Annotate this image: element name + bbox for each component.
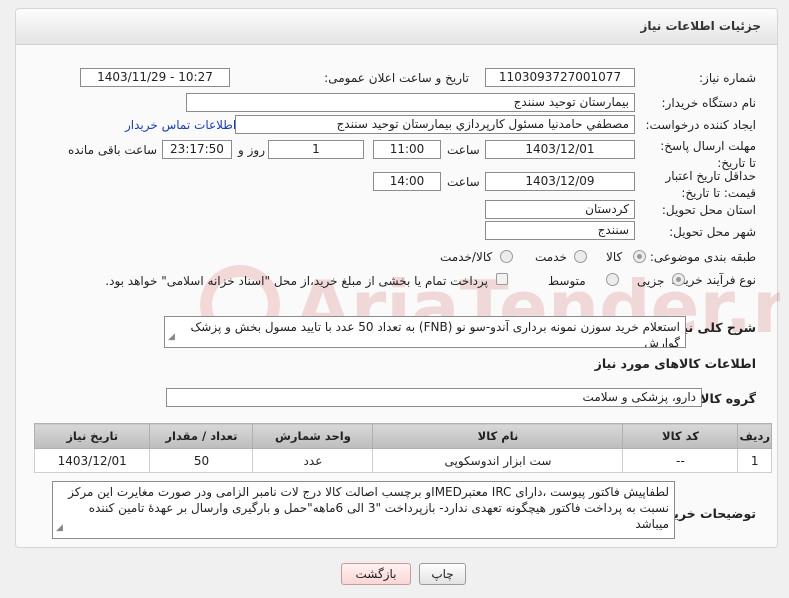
province-label: استان محل تحویل: bbox=[661, 203, 756, 217]
announce-field: 1403/11/29 - 10:27 bbox=[80, 68, 230, 87]
remaining-time-field: 23:17:50 bbox=[162, 140, 232, 159]
buyer-org-field: بیمارستان توحید سنندج bbox=[186, 93, 635, 112]
treasury-checkbox[interactable] bbox=[496, 273, 508, 285]
row-date-cell: 1403/12/01 bbox=[33, 448, 151, 473]
goods-table-header: ردیف کد کالا نام کالا واحد شمارش تعداد /… bbox=[33, 423, 772, 449]
category-radio-service[interactable] bbox=[574, 250, 587, 263]
description-textarea: استعلام خرید سوزن نمونه برداری آندو-سو ن… bbox=[164, 316, 686, 348]
buyer-org-label: نام دستگاه خریدار: bbox=[661, 96, 757, 110]
reply-days-field: 1 bbox=[268, 140, 364, 159]
resize-grip-icon[interactable]: ◢ bbox=[56, 520, 63, 536]
description-text: استعلام خرید سوزن نمونه برداری آندو-سو ن… bbox=[190, 320, 680, 348]
purchase-type-option-minor: جزیی bbox=[637, 274, 665, 288]
creator-field: مصطفي حامدنيا مسئول كارپردازي بيمارستان … bbox=[235, 115, 635, 134]
goods-table: ردیف کد کالا نام کالا واحد شمارش تعداد /… bbox=[33, 423, 772, 473]
price-validity-time-label: ساعت bbox=[447, 175, 480, 189]
purchase-type-radio-minor[interactable] bbox=[672, 273, 685, 286]
col-name-header: نام کالا bbox=[372, 423, 624, 449]
treasury-note: پرداخت تمام یا بخشی از مبلغ خرید،از محل … bbox=[105, 274, 488, 288]
creator-label: ایجاد کننده درخواست: bbox=[645, 118, 756, 132]
page-title: جزئیات اطلاعات نیاز bbox=[640, 19, 761, 33]
category-option-service: خدمت bbox=[535, 250, 567, 264]
announce-label: تاریخ و ساعت اعلان عمومی: bbox=[324, 71, 469, 85]
reply-time-field: 11:00 bbox=[373, 140, 441, 159]
reply-time-label: ساعت bbox=[447, 143, 480, 157]
col-row-header: ردیف bbox=[737, 423, 772, 449]
reply-deadline-label: مهلت ارسال پاسخ: تا تاریخ: bbox=[660, 139, 756, 170]
buyer-notes-text: لطفاپیش فاکتور پیوست ،دارای IRC معتبرIME… bbox=[68, 485, 669, 531]
category-label: طبقه بندی موضوعی: bbox=[649, 250, 756, 264]
row-qty-cell: 50 bbox=[149, 448, 254, 473]
goods-group-field: دارو، پزشکی و سلامت bbox=[166, 388, 702, 407]
category-radio-goods[interactable] bbox=[633, 250, 646, 263]
province-field: کردستان bbox=[485, 200, 635, 219]
price-validity-date-field: 1403/12/09 bbox=[485, 172, 635, 191]
col-qty-header: تعداد / مقدار bbox=[149, 423, 254, 449]
need-number-label: شماره نیاز: bbox=[699, 71, 756, 85]
buyer-notes-textarea: لطفاپیش فاکتور پیوست ،دارای IRC معتبرIME… bbox=[52, 481, 675, 539]
table-row: 1 -- ست ابزار اندوسکوپی عدد 50 1403/12/0… bbox=[33, 448, 772, 473]
purchase-type-option-medium: متوسط bbox=[548, 274, 586, 288]
row-unit-cell: عدد bbox=[252, 448, 374, 473]
print-button[interactable]: چاپ bbox=[419, 563, 466, 585]
city-field: سنندج bbox=[485, 221, 635, 240]
goods-section-title: اطلاعات کالاهای مورد نیاز bbox=[594, 356, 756, 371]
remaining-time-label: ساعت باقی مانده bbox=[68, 143, 158, 157]
reply-days-label: روز و bbox=[238, 143, 265, 157]
reply-date-field: 1403/12/01 bbox=[485, 140, 635, 159]
category-option-goods: کالا bbox=[606, 250, 623, 264]
back-button[interactable]: بازگشت bbox=[341, 563, 411, 585]
purchase-type-radio-medium[interactable] bbox=[606, 273, 619, 286]
category-option-goods-service: کالا/خدمت bbox=[440, 250, 493, 264]
category-radio-goods-service[interactable] bbox=[500, 250, 513, 263]
col-code-header: کد کالا bbox=[622, 423, 739, 449]
row-code-cell: -- bbox=[622, 448, 739, 473]
goods-group-label: گروه کالا: bbox=[695, 391, 756, 406]
col-date-header: تاریخ نیاز bbox=[33, 423, 151, 449]
row-number-cell: 1 bbox=[737, 448, 772, 473]
buyer-contact-link[interactable]: اطلاعات تماس خریدار bbox=[125, 118, 236, 132]
city-label: شهر محل تحویل: bbox=[669, 225, 756, 239]
resize-grip-icon[interactable]: ◢ bbox=[168, 329, 175, 345]
price-validity-label: حداقل تاریخ اعتبار قیمت: تا تاریخ: bbox=[665, 169, 756, 200]
row-name-cell: ست ابزار اندوسکوپی bbox=[372, 448, 624, 473]
price-validity-time-field: 14:00 bbox=[373, 172, 441, 191]
need-number-field: 1103093727001077 bbox=[485, 68, 635, 87]
col-unit-header: واحد شمارش bbox=[252, 423, 374, 449]
